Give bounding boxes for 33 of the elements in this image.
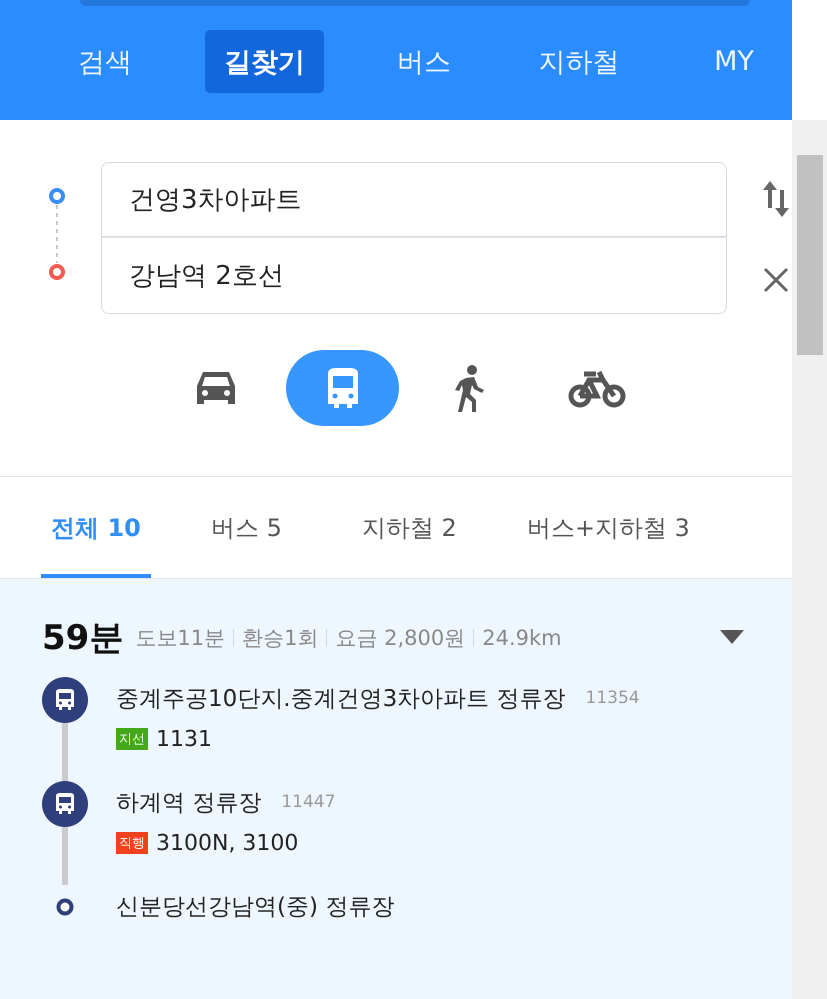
nav-tab[interactable]: MY (679, 30, 789, 93)
stop-name: 중계주공10단지.중계건영3차아파트 정류장 (116, 684, 566, 714)
route-duration: 59분 (42, 617, 124, 660)
caret-icon[interactable] (720, 630, 744, 644)
stop-id: 11447 (281, 792, 336, 812)
route-detail: 요금 2,800원 (335, 625, 466, 652)
result-tab[interactable]: 버스 5 (211, 477, 282, 578)
bus-stop-icon (42, 677, 88, 723)
result-tab[interactable]: 버스+지하철 3 (526, 477, 690, 578)
route-detail: 환승1회 (242, 625, 318, 652)
bus-stop-icon (42, 781, 88, 827)
stop-name: 하계역 정류장 (116, 788, 262, 818)
bus-number: 3100N, 3100 (156, 830, 298, 856)
bicycle-icon (568, 368, 626, 408)
stop-id: 11354 (586, 688, 640, 708)
bus-type-tag: 지선 (116, 728, 148, 750)
scrollbar-thumb[interactable] (797, 155, 823, 355)
end-stop-icon (56, 898, 74, 916)
destination-field[interactable]: 강남역 2호선 (101, 237, 727, 314)
bus-type-tag: 직행 (116, 832, 148, 854)
route-detail: 24.9km (482, 626, 562, 650)
scrollbar[interactable] (792, 120, 827, 999)
nav-tab[interactable]: 버스 (369, 30, 479, 93)
nav-tab[interactable]: 지하철 (524, 30, 634, 93)
nav-tab[interactable]: 길찾기 (205, 30, 324, 93)
origin-field[interactable]: 건영3차아파트 (101, 162, 727, 237)
swap-icon[interactable] (761, 179, 791, 219)
bus-number: 1131 (156, 726, 212, 752)
stop-name: 신분당선강남역(중) 정류장 (116, 892, 394, 922)
nav-tab[interactable]: 검색 (50, 30, 160, 93)
result-tab[interactable]: 지하철 2 (362, 477, 457, 578)
close-icon[interactable] (762, 266, 790, 294)
route-detail: 도보11분 (135, 625, 226, 652)
